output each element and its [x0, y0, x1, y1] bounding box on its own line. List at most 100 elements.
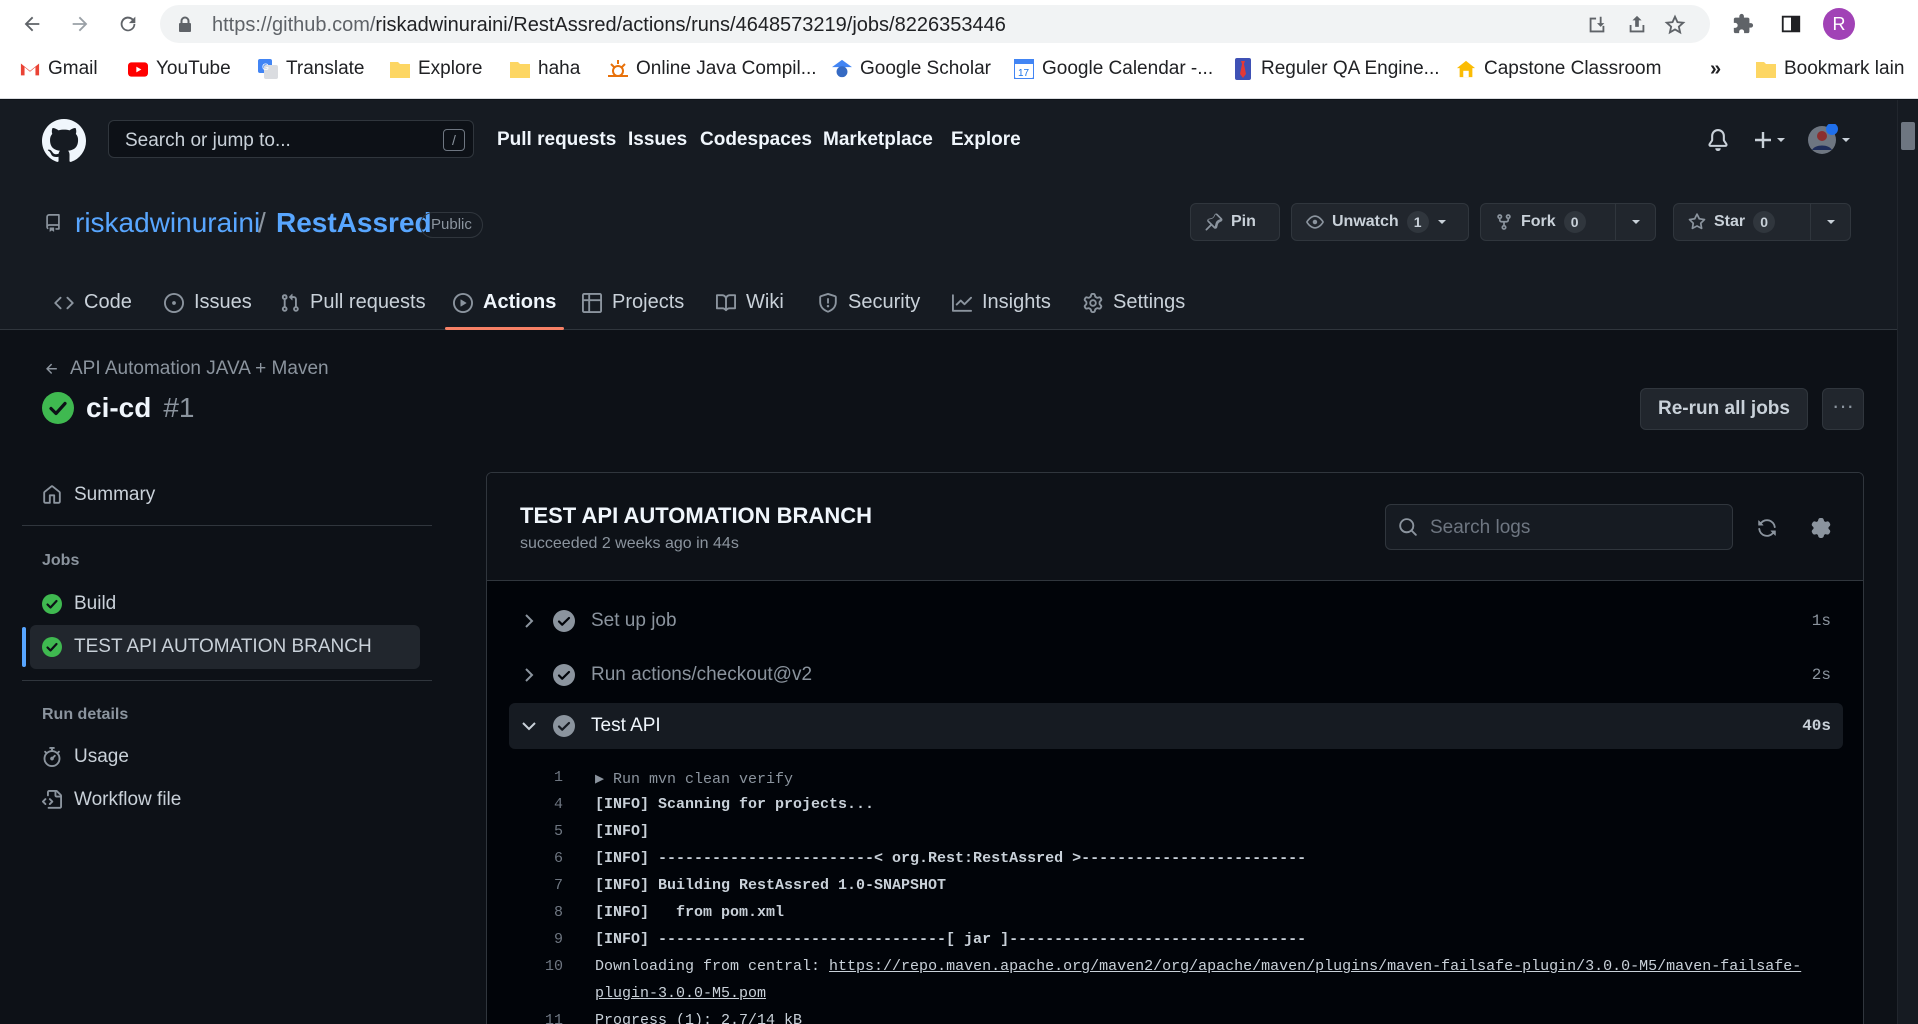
- search-icon: [1399, 518, 1417, 536]
- sidebar-job-test-api-automation-branch[interactable]: TEST API AUTOMATION BRANCH: [30, 625, 420, 669]
- sidebar-divider: [22, 525, 432, 526]
- run-title: ci-cd #1: [42, 392, 195, 424]
- workflow-back-link[interactable]: API Automation JAVA + Maven: [44, 358, 329, 380]
- eye-icon: [1306, 215, 1324, 229]
- tab-code[interactable]: Code: [54, 275, 132, 330]
- address-bar[interactable]: https://github.com/riskadwinuraini/RestA…: [160, 5, 1710, 43]
- job-status-text: succeeded 2 weeks ago in 44s: [520, 535, 739, 552]
- log-line-text: Progress (1): 2.7/14 kB: [595, 1012, 803, 1024]
- bookmark-reguler-qa[interactable]: Reguler QA Engine...: [1233, 58, 1440, 80]
- sidebar-item-workflow-file[interactable]: Workflow file: [22, 778, 422, 822]
- reload-button[interactable]: [111, 7, 145, 41]
- bookmark-label: Explore: [418, 58, 483, 79]
- nav-marketplace[interactable]: Marketplace: [823, 129, 933, 151]
- bookmark-google-scholar[interactable]: Google Scholar: [832, 58, 991, 80]
- step-name: Run actions/checkout@v2: [591, 664, 813, 685]
- step-success-icon: [553, 715, 575, 737]
- page-scrollbar[interactable]: [1897, 100, 1918, 1024]
- log-line: 4 [INFO] Scanning for projects...: [487, 791, 1863, 818]
- step-set-up-job[interactable]: Set up job 1s: [509, 598, 1843, 644]
- more-actions-button[interactable]: ···: [1822, 388, 1864, 430]
- fork-dropdown-button[interactable]: [1615, 204, 1655, 240]
- log-search-input[interactable]: [1430, 515, 1720, 541]
- chevron-down-icon: [509, 720, 549, 732]
- tab-insights[interactable]: Insights: [952, 275, 1051, 330]
- lock-icon: [179, 16, 191, 32]
- tab-actions[interactable]: Actions: [444, 275, 565, 330]
- tab-settings[interactable]: Settings: [1083, 275, 1185, 330]
- tab-security[interactable]: Security: [818, 275, 920, 330]
- pin-button[interactable]: Pin: [1190, 203, 1280, 241]
- install-icon[interactable]: [1586, 14, 1608, 36]
- user-menu-button[interactable]: [1806, 124, 1852, 156]
- bookmark-explore[interactable]: Explore: [390, 58, 482, 80]
- log-line[interactable]: 1 ▶ Run mvn clean verify: [487, 764, 1863, 791]
- run-details-heading: Run details: [42, 706, 129, 723]
- bookmark-other[interactable]: Bookmark lain: [1756, 58, 1904, 80]
- tab-projects[interactable]: Projects: [582, 275, 684, 330]
- bookmark-haha[interactable]: haha: [510, 58, 580, 80]
- create-new-button[interactable]: [1752, 128, 1788, 152]
- puzzle-icon: [1733, 13, 1754, 34]
- arrow-left-icon: [24, 16, 40, 32]
- log-url-link[interactable]: https://repo.maven.apache.org/maven2/org…: [829, 958, 1801, 975]
- nav-issues[interactable]: Issues: [628, 129, 687, 151]
- nav-codespaces[interactable]: Codespaces: [700, 129, 812, 151]
- bookmark-label: Gmail: [48, 58, 98, 79]
- tab-pull-requests[interactable]: Pull requests: [280, 275, 426, 330]
- star-button-group: Star 0: [1673, 203, 1851, 241]
- extensions-button[interactable]: [1726, 7, 1760, 41]
- nav-explore[interactable]: Explore: [951, 129, 1021, 151]
- github-logo-icon[interactable]: [42, 119, 86, 163]
- rerun-all-jobs-button[interactable]: Re-run all jobs: [1640, 388, 1808, 430]
- tab-label: Settings: [1113, 291, 1186, 313]
- refresh-logs-button[interactable]: [1753, 514, 1781, 542]
- youtube-icon: [128, 59, 148, 79]
- notifications-button[interactable]: [1707, 128, 1729, 152]
- bookmark-google-calendar[interactable]: 17 Google Calendar -...: [1014, 58, 1213, 80]
- side-panel-button[interactable]: [1774, 7, 1808, 41]
- workflow-name: API Automation JAVA + Maven: [70, 358, 329, 379]
- repo-icon: [46, 214, 60, 232]
- job-header: TEST API AUTOMATION BRANCH succeeded 2 w…: [487, 473, 1863, 581]
- forward-button[interactable]: [63, 7, 97, 41]
- bookmark-label: Reguler QA Engine...: [1261, 58, 1440, 79]
- tab-wiki[interactable]: Wiki: [716, 275, 784, 330]
- log-line: 7 [INFO] Building RestAssred 1.0-SNAPSHO…: [487, 872, 1863, 899]
- log-line-number: 6: [553, 850, 563, 867]
- back-button[interactable]: [15, 7, 49, 41]
- sidebar-item-usage[interactable]: Usage: [22, 735, 422, 779]
- search-placeholder: Search or jump to...: [125, 130, 291, 151]
- star-button[interactable]: Star 0: [1674, 204, 1789, 240]
- sidebar-job-build[interactable]: Build: [22, 582, 422, 626]
- profile-avatar[interactable]: R: [1823, 8, 1855, 40]
- tab-label: Insights: [982, 291, 1051, 313]
- tab-issues[interactable]: Issues: [164, 275, 252, 330]
- watch-button[interactable]: Unwatch 1: [1291, 203, 1469, 241]
- step-test-api[interactable]: Test API 40s: [509, 703, 1843, 749]
- bookmarks-overflow-button[interactable]: »: [1710, 58, 1721, 81]
- star-dropdown-button[interactable]: [1810, 204, 1850, 240]
- bookmark-translate[interactable]: G Translate: [258, 58, 365, 80]
- step-checkout[interactable]: Run actions/checkout@v2 2s: [509, 652, 1843, 698]
- gear-icon: [1083, 292, 1103, 313]
- sidebar-item-summary[interactable]: Summary: [22, 473, 422, 517]
- bookmark-capstone-classroom[interactable]: Capstone Classroom: [1456, 58, 1661, 80]
- fork-button[interactable]: Fork 0: [1481, 204, 1600, 240]
- share-icon[interactable]: [1626, 14, 1648, 36]
- log-line-number: 10: [544, 958, 563, 975]
- bookmark-youtube[interactable]: YouTube: [128, 58, 231, 80]
- repo-name-link[interactable]: RestAssred: [276, 207, 432, 239]
- repo-owner-link[interactable]: riskadwinuraini: [75, 207, 260, 239]
- bookmark-label: haha: [538, 58, 581, 79]
- nav-pull-requests[interactable]: Pull requests: [497, 129, 616, 151]
- scrollbar-thumb[interactable]: [1901, 122, 1915, 150]
- log-settings-button[interactable]: [1807, 514, 1835, 542]
- star-bookmark-icon[interactable]: [1664, 14, 1686, 36]
- browser-chrome: https://github.com/riskadwinuraini/RestA…: [0, 0, 1918, 99]
- global-search-input[interactable]: Search or jump to... /: [108, 120, 474, 158]
- bookmark-gmail[interactable]: Gmail: [20, 58, 98, 80]
- bookmark-online-java-compiler[interactable]: Online Java Compil...: [608, 58, 817, 80]
- fork-icon: [1497, 214, 1511, 230]
- log-url-link-continued[interactable]: plugin-3.0.0-M5.pom: [595, 985, 766, 1002]
